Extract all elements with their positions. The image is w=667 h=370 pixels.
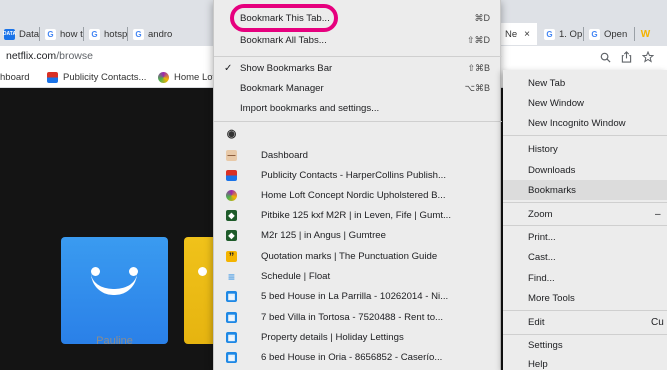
bookmark-item-oria[interactable]: ▦ 6 bed House in Oria - 8656852 - Caserí… (214, 348, 502, 367)
menu-divider (214, 121, 502, 122)
menu-item-new-window[interactable]: New Window (503, 93, 667, 113)
bookmark-bar-item-publicity[interactable]: Publicity Contacts... (47, 72, 146, 83)
bookmarks-menu: Bookmark This Tab... ⌘D Bookmark All Tab… (213, 0, 502, 370)
tab-label: andro (148, 28, 173, 40)
menu-item-edit[interactable]: Edit Cu (503, 312, 667, 332)
google-favicon-icon: G (133, 28, 144, 40)
chrome-main-menu: New Tab New Window New Incognito Window … (503, 70, 667, 370)
menu-divider (503, 225, 667, 226)
bookmark-bar-label: hboard (0, 72, 30, 83)
holiday-lettings-favicon-icon: ▦ (226, 291, 237, 302)
tab-google-android[interactable]: G andro (129, 23, 213, 45)
harpercollins-favicon-icon (226, 170, 237, 181)
google-favicon-icon: G (45, 28, 56, 40)
gumtree-favicon-icon: ◆ (226, 210, 237, 221)
menu-item-bookmark-this-tab[interactable]: Bookmark This Tab... ⌘D (214, 9, 502, 28)
bookmark-item-la-parrilla[interactable]: ▦ 5 bed House in La Parrilla - 10262014 … (214, 287, 502, 306)
bookmark-item-property-details[interactable]: ▦ Property details | Holiday Lettings (214, 328, 502, 347)
bookmark-item-m2r[interactable]: ◆ M2r 125 | in Angus | Gumtree (214, 226, 502, 245)
shortcut-label: ⇧⌘B (467, 63, 490, 73)
menu-item-settings[interactable]: Settings (503, 335, 667, 355)
profile-avatar-pauline[interactable] (61, 237, 168, 344)
tab-google-how[interactable]: G how t (41, 23, 84, 45)
tab-label: 1. Op (559, 28, 583, 40)
shortcut-label: ⇧⌘D (466, 35, 490, 45)
dashboard-favicon-icon: — (226, 150, 237, 161)
bookmark-item-quotation-marks[interactable]: ” Quotation marks | The Punctuation Guid… (214, 247, 502, 266)
cut-button[interactable]: Cu (651, 317, 664, 328)
publicity-favicon-icon (47, 72, 58, 83)
bookmark-bar-item-dashboard[interactable]: hboard (0, 72, 30, 83)
bookmark-item-home-loft[interactable]: Home Loft Concept Nordic Upholstered B..… (214, 186, 502, 205)
gumtree-favicon-icon: ◆ (226, 230, 237, 241)
menu-item-more-tools[interactable]: More Tools (503, 288, 667, 308)
tab-label: how t (60, 28, 83, 40)
bookmark-item-tortosa[interactable]: ▦ 7 bed Villa in Tortosa - 7520488 - Ren… (214, 308, 502, 327)
menu-item-downloads[interactable]: Downloads (503, 160, 667, 180)
tab-label: Open (604, 28, 628, 40)
holiday-lettings-favicon-icon: ▦ (226, 312, 237, 323)
tab-google-options[interactable]: G 1. Op (540, 23, 584, 45)
menu-item-help[interactable]: Help (503, 354, 667, 370)
avatar-eye (198, 267, 207, 276)
star-icon[interactable] (640, 49, 656, 65)
bookmark-item-schedule-float[interactable]: ≡ Schedule | Float (214, 267, 502, 286)
menu-divider (214, 56, 502, 57)
tab-datafeed[interactable]: DATA DataF (0, 23, 40, 45)
home-loft-favicon-icon (226, 190, 237, 201)
menu-divider (503, 202, 667, 203)
globe-icon: ◉ (226, 128, 237, 140)
w-favicon-icon: W (640, 28, 651, 40)
home-loft-favicon-icon (158, 72, 169, 83)
menu-item-bookmark-all-tabs[interactable]: Bookmark All Tabs... ⇧⌘D (214, 31, 502, 50)
menu-item-cast[interactable]: Cast... (503, 247, 667, 267)
menu-item-bookmark-manager[interactable]: Bookmark Manager ⌥⌘B (214, 79, 502, 98)
menu-item-new-incognito-window[interactable]: New Incognito Window (503, 113, 667, 133)
tab-w[interactable]: W (636, 23, 667, 45)
url-text[interactable]: netflix.com/browse (6, 50, 93, 62)
menu-item-bookmarks[interactable]: Bookmarks (503, 180, 667, 200)
menu-item-print[interactable]: Print... (503, 227, 667, 247)
shortcut-label: ⌥⌘B (464, 83, 490, 93)
menu-item-import-bookmarks[interactable]: Import bookmarks and settings... (214, 99, 502, 118)
zoom-icon[interactable] (597, 49, 613, 65)
bookmark-bar-item-home-loft[interactable]: Home Lof (158, 72, 215, 83)
menu-item-show-bookmarks-bar[interactable]: ✓ Show Bookmarks Bar ⇧⌘B (214, 59, 502, 78)
tab-label: Ne (505, 28, 518, 40)
profile-name-pauline[interactable]: Pauline (61, 335, 168, 347)
tab-google-hotspot[interactable]: G hotsp (85, 23, 128, 45)
holiday-lettings-favicon-icon: ▦ (226, 332, 237, 343)
bookmark-item-publicity-contacts[interactable]: Publicity Contacts - HarperCollins Publi… (214, 166, 502, 185)
checkmark-icon: ✓ (224, 63, 233, 74)
tab-google-open[interactable]: G Open (585, 23, 635, 45)
google-favicon-icon: G (589, 28, 600, 40)
float-favicon-icon: ≡ (227, 269, 235, 284)
menu-divider (503, 135, 667, 136)
bookmark-item-dashboard[interactable]: — Dashboard (214, 146, 502, 165)
menu-item-new-tab[interactable]: New Tab (503, 73, 667, 93)
shortcut-label: ⌘D (474, 13, 491, 23)
holiday-lettings-favicon-icon: ▦ (226, 352, 237, 363)
bookmark-item-globe[interactable]: ◉ (214, 124, 502, 143)
menu-item-history[interactable]: History (503, 139, 667, 159)
menu-item-find[interactable]: Find... (503, 268, 667, 288)
zoom-out-button[interactable]: – (655, 209, 661, 220)
bookmark-bar-label: Home Lof (174, 72, 216, 83)
tab-label: DataF (19, 28, 40, 40)
datafeed-favicon-icon: DATA (3, 28, 16, 40)
share-icon[interactable] (618, 49, 634, 65)
menu-item-zoom[interactable]: Zoom – (503, 204, 667, 224)
tab-netflix[interactable]: Ne × (501, 23, 537, 45)
bookmark-bar-label: Publicity Contacts... (63, 72, 147, 83)
tab-close-icon[interactable]: × (524, 29, 530, 40)
bookmark-item-pitbike[interactable]: ◆ Pitbike 125 kxf M2R | in Leven, Fife |… (214, 206, 502, 225)
google-favicon-icon: G (544, 28, 555, 40)
avatar-smile (91, 273, 137, 295)
google-favicon-icon: G (89, 28, 100, 40)
menu-divider (503, 310, 667, 311)
tab-label: hotsp (104, 28, 128, 40)
punctuation-guide-favicon-icon: ” (226, 251, 237, 263)
